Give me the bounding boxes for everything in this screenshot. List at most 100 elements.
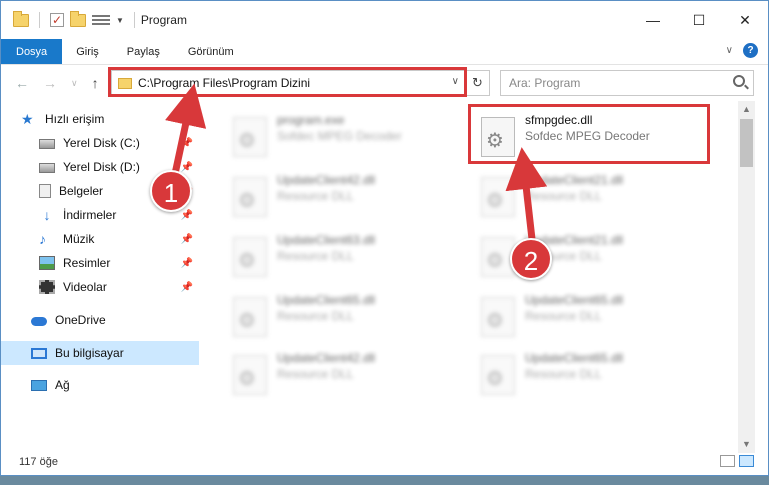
properties-check-icon[interactable]: ✓	[50, 13, 64, 27]
view-toggle	[720, 455, 754, 467]
step-marker-2: 2	[510, 238, 552, 280]
customize-dropdown-icon[interactable]: ▼	[116, 16, 124, 25]
dll-file-icon	[481, 355, 515, 395]
sidebar-item-label: Müzik	[63, 232, 95, 246]
recent-dropdown-icon[interactable]: ∨	[71, 78, 78, 89]
file-description: Sofdec MPEG Decoder	[525, 129, 650, 143]
sidebar-item-label: Ağ	[55, 378, 70, 392]
folder-icon	[118, 77, 132, 89]
file-item[interactable]: UpdateClient42.dll Resource DLL	[227, 167, 467, 223]
search-input[interactable]: Ara: Program	[500, 70, 754, 96]
address-bar[interactable]: C:\Program Files\Program Dizini ∨	[111, 70, 466, 96]
scroll-up-icon[interactable]: ▲	[738, 101, 755, 118]
dll-file-icon	[233, 355, 267, 395]
download-icon: ↓	[43, 207, 51, 223]
step-marker-1: 1	[150, 170, 192, 212]
sidebar-item-label: Hızlı erişim	[45, 112, 105, 126]
close-button[interactable]: ✕	[722, 1, 768, 39]
file-description: Sofdec MPEG Decoder	[277, 129, 402, 143]
file-item[interactable]: UpdateClient42.dll Resource DLL	[227, 345, 467, 401]
executable-file-icon	[233, 117, 267, 157]
refresh-button[interactable]: ↻	[466, 70, 490, 96]
sidebar-item-this-pc[interactable]: Bu bilgisayar	[1, 341, 199, 365]
explorer-window: ✓ ▼ Program — ☐ ✕ Dosya Giriş Paylaş Gör…	[0, 0, 769, 476]
sidebar-item-label: Videolar	[63, 280, 107, 294]
address-dropdown-icon[interactable]: ∨	[452, 76, 459, 87]
tab-paylas[interactable]: Paylaş	[113, 39, 174, 64]
search-placeholder: Ara: Program	[509, 76, 581, 90]
forward-arrow-icon[interactable]: →	[43, 75, 57, 91]
file-name: UpdateClient63.dll	[277, 233, 376, 247]
file-name: UpdateClient21.dll	[525, 173, 624, 187]
file-item[interactable]: UpdateClient65.dll Resource DLL	[475, 287, 715, 343]
title-bar: ✓ ▼ Program — ☐ ✕	[1, 1, 768, 39]
tab-giris[interactable]: Giriş	[62, 39, 113, 64]
music-icon: ♪	[39, 231, 46, 247]
sidebar-item-disk-c[interactable]: Yerel Disk (C:) 📌	[1, 131, 199, 155]
sidebar-item-pictures[interactable]: Resimler 📌	[1, 251, 199, 275]
computer-icon	[31, 347, 47, 359]
documents-icon	[39, 184, 51, 198]
pin-icon[interactable]: 📌	[181, 138, 193, 149]
item-count: 117 öğe	[19, 456, 58, 468]
sidebar-item-videos[interactable]: Videolar 📌	[1, 275, 199, 299]
quick-access-toolbar: ✓ ▼	[1, 10, 139, 28]
sidebar-item-label: Resimler	[63, 256, 111, 270]
maximize-button[interactable]: ☐	[676, 1, 722, 39]
file-item[interactable]: UpdateClient65.dll Resource DLL	[227, 287, 467, 343]
file-item[interactable]: UpdateClient63.dll Resource DLL	[227, 227, 467, 283]
pin-icon[interactable]: 📌	[181, 282, 193, 293]
minimize-button[interactable]: —	[630, 1, 676, 39]
expand-ribbon-icon[interactable]: ∨	[726, 45, 733, 56]
pin-icon[interactable]: 📌	[181, 234, 193, 245]
search-icon	[733, 75, 745, 87]
toolbar-divider	[133, 12, 135, 28]
sidebar-item-onedrive[interactable]: OneDrive	[1, 308, 199, 332]
dll-file-icon	[233, 237, 267, 277]
vertical-scrollbar[interactable]: ▲ ▼	[738, 101, 755, 453]
toolbar-divider	[39, 12, 40, 28]
up-arrow-icon[interactable]: ↑	[92, 75, 99, 91]
large-icons-view-icon[interactable]	[739, 455, 754, 467]
scroll-thumb[interactable]	[740, 119, 753, 167]
dll-file-icon	[481, 297, 515, 337]
dll-file-icon	[481, 117, 515, 157]
disk-icon	[39, 163, 55, 173]
back-arrow-icon[interactable]: ←	[15, 75, 29, 91]
address-path[interactable]: C:\Program Files\Program Dizini	[138, 76, 310, 90]
file-description: Resource DLL	[525, 367, 602, 381]
pin-icon[interactable]: 📌	[181, 162, 193, 173]
pin-icon[interactable]: 📌	[181, 258, 193, 269]
help-icon[interactable]: ?	[743, 43, 758, 58]
file-list: program.exe Sofdec MPEG Decoder sfmpgdec…	[201, 105, 736, 445]
sidebar-item-label: OneDrive	[55, 313, 106, 327]
status-bar: 117 öğe	[1, 451, 768, 473]
sidebar-item-label: Bu bilgisayar	[55, 346, 124, 360]
properties-icon[interactable]	[92, 13, 110, 27]
details-view-icon[interactable]	[720, 455, 735, 467]
file-name: program.exe	[277, 113, 345, 127]
folder-icon[interactable]	[13, 10, 29, 27]
navigation-pane: ★ Hızlı erişim Yerel Disk (C:) 📌 Yerel D…	[1, 105, 201, 445]
file-description: Resource DLL	[525, 309, 602, 323]
file-item[interactable]: UpdateClient21.dll Resource DLL	[475, 167, 715, 223]
file-name: UpdateClient65.dll	[525, 293, 624, 307]
sidebar-item-label: Yerel Disk (D:)	[63, 160, 140, 174]
ribbon-tabs: Dosya Giriş Paylaş Görünüm ∨ ?	[1, 39, 768, 65]
sidebar-item-music[interactable]: ♪ Müzik 📌	[1, 227, 199, 251]
sidebar-item-label: Yerel Disk (C:)	[63, 136, 140, 150]
tab-gorunum[interactable]: Görünüm	[174, 39, 248, 64]
sidebar-item-quick-access[interactable]: ★ Hızlı erişim	[1, 107, 199, 131]
file-item[interactable]: program.exe Sofdec MPEG Decoder	[227, 107, 467, 163]
file-item[interactable]: UpdateClient65.dll Resource DLL	[475, 345, 715, 401]
new-folder-icon[interactable]	[70, 10, 86, 27]
file-description: Resource DLL	[277, 309, 354, 323]
file-description: Resource DLL	[277, 367, 354, 381]
file-item-sfmpgdec[interactable]: sfmpgdec.dll Sofdec MPEG Decoder	[475, 107, 715, 163]
pin-icon[interactable]: 📌	[181, 210, 193, 221]
star-icon: ★	[21, 111, 34, 127]
navigation-buttons: ← → ∨ ↑	[1, 75, 111, 91]
sidebar-item-network[interactable]: Ağ	[1, 373, 199, 397]
ribbon-right-controls: ∨ ?	[726, 43, 758, 58]
tab-dosya[interactable]: Dosya	[1, 39, 63, 64]
